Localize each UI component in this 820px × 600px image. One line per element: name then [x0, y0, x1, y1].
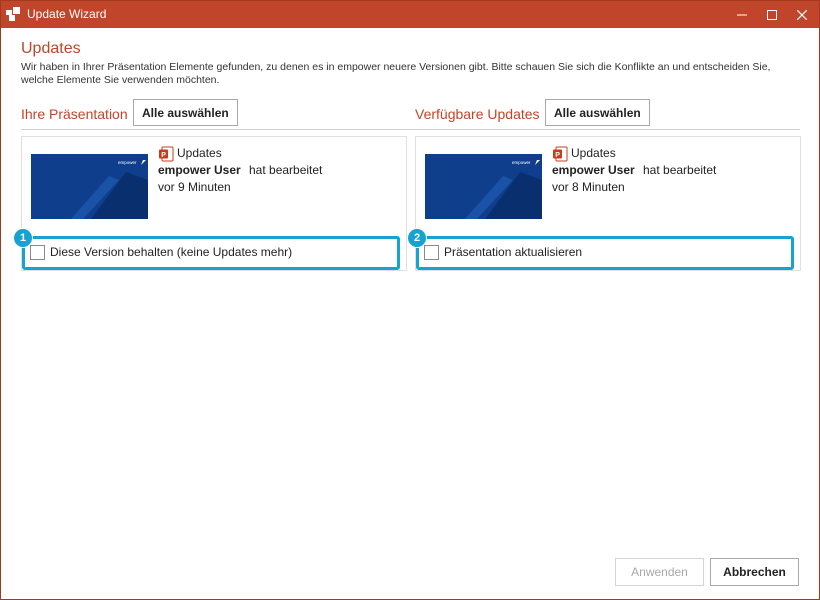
svg-text:P: P [555, 152, 560, 159]
app-logo-icon [6, 7, 20, 21]
update-presentation-option[interactable]: 2 Präsentation aktualisieren [407, 228, 794, 270]
maximize-button[interactable] [757, 1, 787, 28]
powerpoint-icon: P [159, 146, 174, 162]
left-version-card: empower P Updates empower User hat bearb… [13, 136, 407, 271]
left-select-all-button[interactable]: Alle auswählen [133, 99, 238, 126]
right-select-all-button[interactable]: Alle auswählen [545, 99, 650, 126]
cancel-button[interactable]: Abbrechen [710, 558, 799, 586]
editor-name: empower User [158, 163, 241, 177]
document-name: Updates [177, 146, 222, 160]
slide-thumbnail: empower [425, 154, 542, 219]
window-title: Update Wizard [27, 7, 107, 21]
minimize-icon [737, 14, 747, 15]
thumb-brand: empower [512, 160, 531, 165]
edit-action: hat bearbeitet [249, 163, 323, 177]
keep-version-option[interactable]: 1 Diese Version behalten (keine Updates … [13, 228, 400, 270]
header-divider [21, 129, 800, 130]
close-button[interactable] [787, 1, 817, 28]
editor-name: empower User [552, 163, 635, 177]
page-title: Updates [21, 40, 81, 57]
page-description: Wir haben in Ihrer Präsentation Elemente… [21, 61, 771, 86]
right-version-card: empower P Updates empower User hat bearb… [407, 136, 801, 271]
update-wizard-window: Update Wizard Updates Wir haben in Ihrer… [0, 0, 820, 600]
keep-version-checkbox[interactable] [30, 245, 45, 260]
right-column-label: Verfügbare Updates [415, 106, 540, 122]
powerpoint-icon: P [553, 146, 568, 162]
close-icon [797, 9, 807, 20]
edit-time: vor 8 Minuten [552, 180, 625, 194]
keep-version-label: Diese Version behalten (keine Updates me… [50, 245, 293, 259]
edit-action: hat bearbeitet [643, 163, 717, 177]
update-presentation-label: Präsentation aktualisieren [444, 245, 583, 259]
slide-thumbnail: empower [31, 154, 148, 219]
maximize-icon [767, 9, 777, 20]
minimize-button[interactable] [727, 1, 757, 28]
thumb-brand: empower [118, 160, 137, 165]
document-name: Updates [571, 146, 616, 160]
update-presentation-checkbox[interactable] [424, 245, 439, 260]
apply-button[interactable]: Anwenden [615, 558, 704, 586]
title-bar: Update Wizard [1, 1, 819, 28]
edit-time: vor 9 Minuten [158, 180, 231, 194]
left-column-label: Ihre Präsentation [21, 106, 128, 122]
svg-text:P: P [161, 152, 166, 159]
